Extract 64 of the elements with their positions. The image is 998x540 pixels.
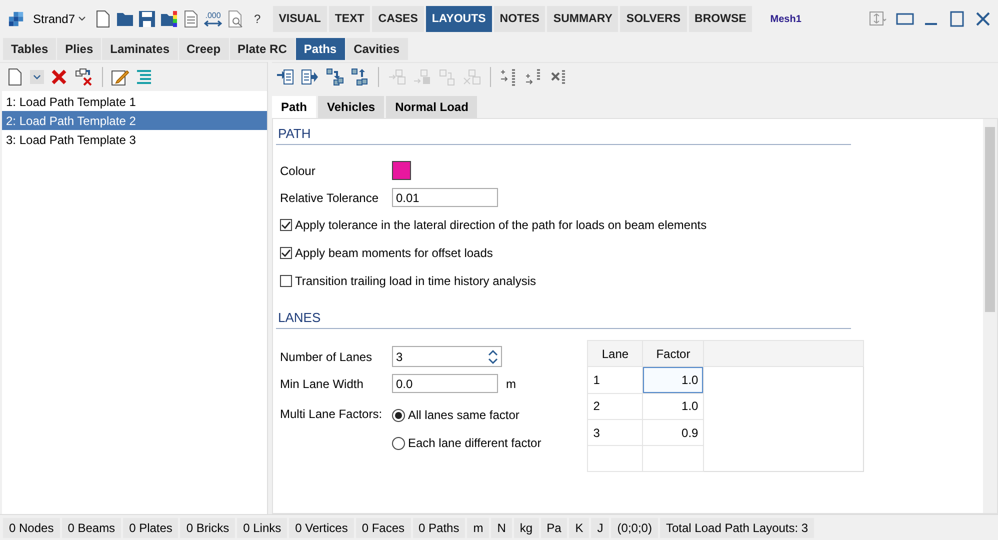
sub-tab[interactable]: Paths	[296, 38, 345, 60]
unit-label: m	[506, 376, 516, 390]
model-name: Mesh1	[770, 14, 802, 24]
field-label: Multi Lane Factors:	[280, 406, 384, 423]
sub-tab[interactable]: Creep	[178, 38, 229, 60]
table-cell[interactable]: 0.9	[642, 419, 704, 446]
lane-count-spinner[interactable]: 3	[392, 346, 502, 367]
main-tab[interactable]: SOLVERS	[620, 6, 687, 32]
main-tab[interactable]: NOTES	[494, 6, 546, 32]
radio-label: Each lane different factor	[408, 436, 542, 450]
template-item[interactable]: 2: Load Path Template 2	[2, 111, 267, 130]
status-item: N	[491, 518, 512, 538]
main-tab[interactable]: VISUAL	[272, 6, 327, 32]
lane-width-field[interactable]: 0.0	[392, 374, 498, 393]
main-tab[interactable]: SUMMARY	[547, 6, 618, 32]
section-heading: PATH	[276, 123, 851, 145]
checkbox-label: Apply tolerance in the lateral direction of the path for loads on beam elements	[295, 218, 707, 232]
status-item: (0;0;0)	[611, 518, 658, 538]
checkbox-label: Transition trailing load in time history analysis	[295, 274, 536, 288]
table-cell: 3	[588, 419, 643, 446]
sub-tab[interactable]: Laminates	[102, 38, 178, 60]
column-header: Lane	[588, 340, 643, 367]
table-cell[interactable]: 1.0	[642, 393, 704, 420]
field-label: Min Lane Width	[280, 376, 364, 390]
column-header: Factor	[642, 340, 704, 367]
status-item: J	[591, 518, 610, 538]
field-label: Colour	[280, 164, 316, 178]
panel-tab[interactable]: Path	[272, 96, 316, 118]
status-item: 0 Nodes	[3, 518, 60, 538]
checkbox-label: Apply beam moments for offset loads	[295, 246, 493, 260]
sub-tab[interactable]: Plies	[57, 38, 102, 60]
number-format-button[interactable]: .000	[204, 11, 222, 27]
sub-tab[interactable]: Cavities	[346, 38, 408, 60]
table-cell: 2	[588, 393, 643, 420]
field-label: Number of Lanes	[280, 350, 374, 364]
table-cell[interactable]: 1.0	[642, 366, 704, 394]
help-button[interactable]: ?	[248, 12, 267, 26]
main-tab[interactable]: TEXT	[328, 6, 370, 32]
template-item[interactable]: 3: Load Path Template 3	[2, 130, 267, 149]
sub-tab[interactable]: Tables	[3, 38, 56, 60]
radio-label: All lanes same factor	[408, 408, 520, 422]
field-label: Relative Tolerance	[280, 190, 380, 204]
main-tab[interactable]: CASES	[372, 6, 424, 32]
status-item: Pa	[540, 518, 568, 538]
status-item: 0 Beams	[62, 518, 122, 538]
section-heading: LANES	[276, 307, 851, 329]
status-item: 0 Plates	[123, 518, 178, 538]
panel-tab[interactable]: Vehicles	[318, 96, 384, 118]
status-item: Total Load Path Layouts: 3	[660, 518, 814, 538]
status-item: kg	[514, 518, 539, 538]
tolerance-field[interactable]: 0.01	[392, 188, 498, 207]
status-item: K	[569, 518, 590, 538]
app-menu[interactable]: Strand7	[29, 12, 90, 26]
status-item: 0 Bricks	[180, 518, 236, 538]
sub-tab[interactable]: Plate RC	[230, 38, 295, 60]
status-item: 0 Vertices	[289, 518, 354, 538]
status-item: m	[467, 518, 490, 538]
main-tab[interactable]: BROWSE	[688, 6, 752, 32]
main-tab[interactable]: LAYOUTS	[426, 6, 492, 32]
template-item[interactable]: 1: Load Path Template 1	[2, 92, 267, 111]
status-item: 0 Faces	[356, 518, 411, 538]
panel-tab[interactable]: Normal Load	[386, 96, 478, 118]
status-item: 0 Links	[237, 518, 288, 538]
status-item: 0 Paths	[412, 518, 466, 538]
